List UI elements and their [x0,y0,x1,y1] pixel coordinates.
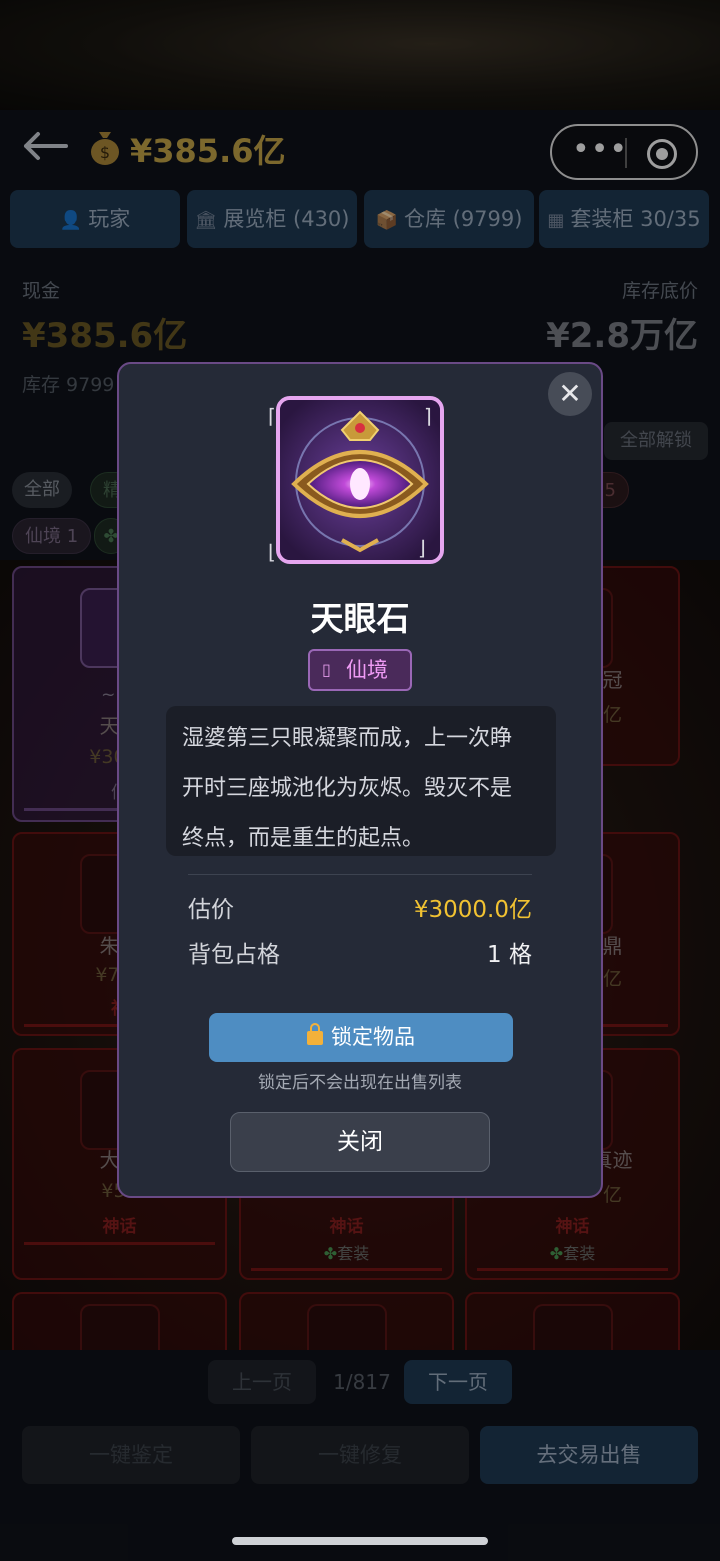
close-button[interactable]: 关闭 [230,1112,490,1172]
third-eye-icon [280,400,440,560]
divider [188,874,532,875]
item-description: 湿婆第三只眼凝聚而成，上一次睁 开时三座城池化为灰烬。毁灭不是 终点，而是重生的… [166,706,556,856]
description-line: 终点，而是重生的起点。 [182,826,425,851]
slots-label: 背包占格 [188,942,280,968]
tier-badge: ▯ 仙境 [308,649,412,691]
home-indicator [232,1537,488,1545]
estimate-label: 估价 [188,897,234,923]
frame-corner-icon: ⌉ [424,404,432,428]
tier-glyph-icon: ▯ [322,660,331,679]
frame-corner-icon: ⌋ [418,536,426,560]
lock-item-button[interactable]: 锁定物品 [209,1013,513,1062]
frame-corner-icon: ⌈ [268,404,276,428]
tier-label: 仙境 [346,658,388,682]
description-line: 湿婆第三只眼凝聚而成，上一次睁 [182,726,513,751]
slots-value: 1 格 [487,942,532,968]
frame-corner-icon: ⌊ [268,540,276,564]
close-icon[interactable]: ✕ [548,372,592,416]
lock-hint: 锁定后不会出现在出售列表 [258,1073,462,1093]
lock-item-label: 锁定物品 [331,1025,415,1049]
lock-icon [307,1023,323,1045]
estimate-value: ¥3000.0亿 [413,897,532,923]
description-line: 开时三座城池化为灰烬。毁灭不是 [182,776,513,801]
item-title: 天眼石 [310,599,410,638]
